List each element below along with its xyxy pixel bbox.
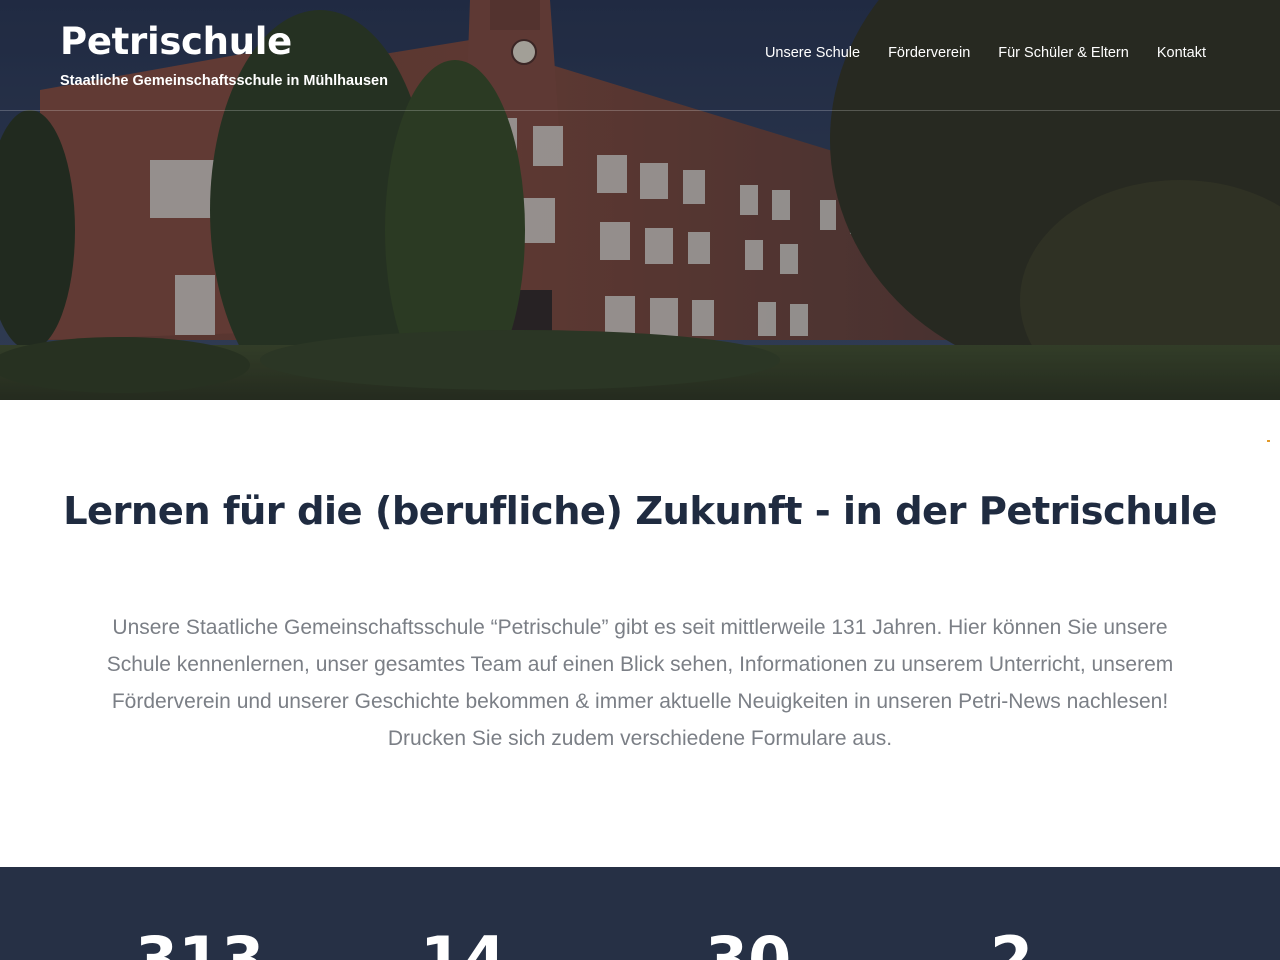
site-tagline: Staatliche Gemeinschaftsschule in Mühlha…	[60, 73, 388, 89]
nav-item-kontakt[interactable]: Kontakt	[1157, 45, 1206, 61]
intro-section: Lernen für die (berufliche) Zukunft - in…	[0, 400, 1280, 867]
stat-number: 313	[135, 923, 265, 960]
main-nav: Unsere Schule Förderverein Für Schüler &…	[765, 45, 1206, 61]
site-title-link[interactable]: Petrischule	[60, 20, 388, 64]
brand: Petrischule Staatliche Gemeinschaftsschu…	[60, 20, 388, 89]
stat-number: 14	[420, 923, 507, 960]
stats-section: 313 14 30 2	[0, 867, 1280, 960]
nav-item-foerderverein[interactable]: Förderverein	[888, 45, 970, 61]
stat-number: 30	[705, 923, 792, 960]
intro-paragraph: Unsere Staatliche Gemeinschaftsschule “P…	[106, 616, 1174, 750]
site-header: Petrischule Staatliche Gemeinschaftsschu…	[0, 0, 1280, 111]
stat-number: 2	[990, 923, 1034, 960]
hero-banner: Petrischule Staatliche Gemeinschaftsschu…	[0, 0, 1280, 400]
nav-item-unsere-schule[interactable]: Unsere Schule	[765, 45, 860, 61]
accent-marker	[1267, 440, 1270, 442]
page-title: Lernen für die (berufliche) Zukunft - in…	[63, 489, 1217, 534]
nav-item-fuer-schueler-eltern[interactable]: Für Schüler & Eltern	[998, 45, 1129, 61]
